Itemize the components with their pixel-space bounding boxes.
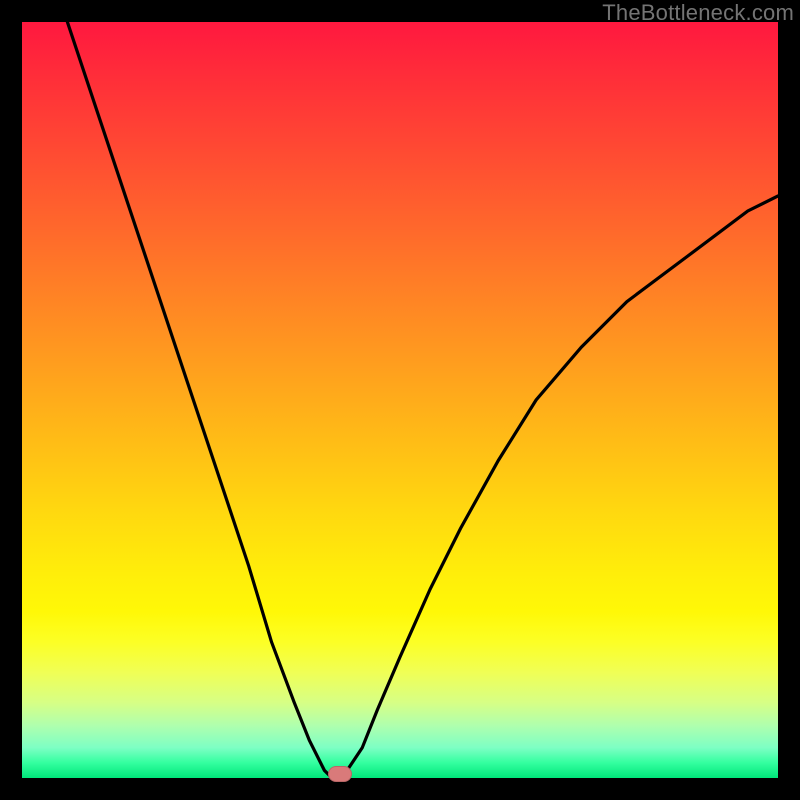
optimal-point-marker	[328, 766, 352, 782]
plot-area	[22, 22, 778, 778]
watermark-text: TheBottleneck.com	[602, 0, 794, 26]
chart-frame	[22, 22, 778, 778]
bottleneck-curve	[22, 22, 778, 778]
